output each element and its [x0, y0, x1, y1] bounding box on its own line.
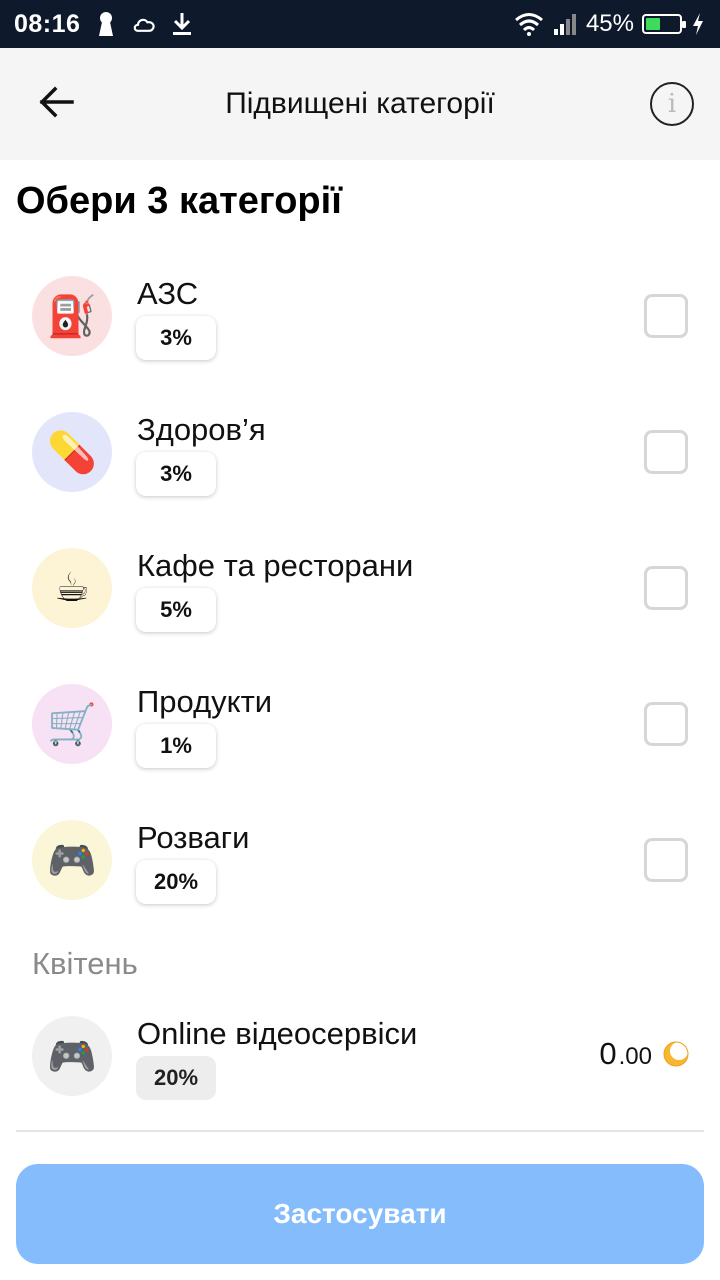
category-name: АЗС	[137, 276, 199, 311]
gamepad-icon: 🎮	[32, 820, 112, 900]
status-left: 08:16	[14, 10, 194, 39]
back-button[interactable]	[30, 78, 82, 130]
category-percent-badge: 3%	[136, 452, 216, 496]
category-row-health[interactable]: 💊 Здоров’я 3%	[0, 394, 720, 530]
charging-icon	[690, 11, 706, 37]
category-percent-badge: 3%	[136, 316, 216, 360]
shopping-cart-icon: 🛒	[32, 684, 112, 764]
category-checkbox[interactable]	[644, 702, 688, 746]
cashback-amount: 0 .00	[599, 1036, 690, 1072]
wifi-icon	[514, 11, 544, 37]
cashback-integer: 0	[599, 1036, 617, 1071]
download-icon	[170, 11, 194, 37]
category-checkbox[interactable]	[644, 294, 688, 338]
active-category-percent-badge: 20%	[136, 1056, 216, 1100]
coffee-icon: ☕	[32, 548, 112, 628]
section-heading: Обери 3 категорії	[16, 180, 342, 222]
battery-percent: 45%	[585, 10, 634, 37]
active-category-name: Online відеосервіси	[137, 1016, 418, 1051]
cloud-icon	[132, 11, 156, 37]
category-row-azs[interactable]: ⛽ АЗС 3%	[0, 258, 720, 394]
signal-icon	[552, 11, 578, 37]
coin-icon	[662, 1040, 690, 1068]
keyhole-icon	[94, 11, 118, 37]
battery-fill	[646, 18, 661, 30]
info-icon: i	[667, 89, 677, 119]
category-name: Здоров’я	[137, 412, 266, 447]
category-list: ⛽ АЗС 3% 💊 Здоров’я 3% ☕ Кафе та рестора…	[0, 258, 720, 938]
active-category-row: 🎮 Online відеосервіси 20% 0 .00	[0, 998, 720, 1116]
category-name: Розваги	[137, 820, 250, 855]
battery-icon	[642, 14, 686, 34]
app-bar: Підвищені категорії i	[0, 48, 720, 160]
status-bar: 08:16 45%	[0, 0, 720, 48]
category-checkbox[interactable]	[644, 566, 688, 610]
cashback-decimal: .00	[618, 1043, 652, 1070]
category-row-cafe[interactable]: ☕ Кафе та ресторани 5%	[0, 530, 720, 666]
category-checkbox[interactable]	[644, 838, 688, 882]
pill-icon: 💊	[32, 412, 112, 492]
category-row-entertainment[interactable]: 🎮 Розваги 20%	[0, 802, 720, 938]
info-button[interactable]: i	[650, 82, 694, 126]
category-name: Кафе та ресторани	[137, 548, 414, 583]
category-percent-badge: 5%	[136, 588, 216, 632]
category-percent-badge: 1%	[136, 724, 216, 768]
category-row-products[interactable]: 🛒 Продукти 1%	[0, 666, 720, 802]
status-time: 08:16	[14, 9, 81, 38]
apply-button[interactable]: Застосувати	[16, 1164, 704, 1264]
status-right: 45%	[514, 10, 706, 38]
category-name: Продукти	[137, 684, 273, 719]
month-label: Квітень	[32, 946, 138, 981]
gamepad-icon: 🎮	[32, 1016, 112, 1096]
category-checkbox[interactable]	[644, 430, 688, 474]
divider	[16, 1130, 704, 1132]
category-percent-badge: 20%	[136, 860, 216, 904]
fuel-pump-icon: ⛽	[32, 276, 112, 356]
arrow-left-icon	[38, 86, 74, 123]
page-title: Підвищені категорії	[225, 87, 495, 120]
